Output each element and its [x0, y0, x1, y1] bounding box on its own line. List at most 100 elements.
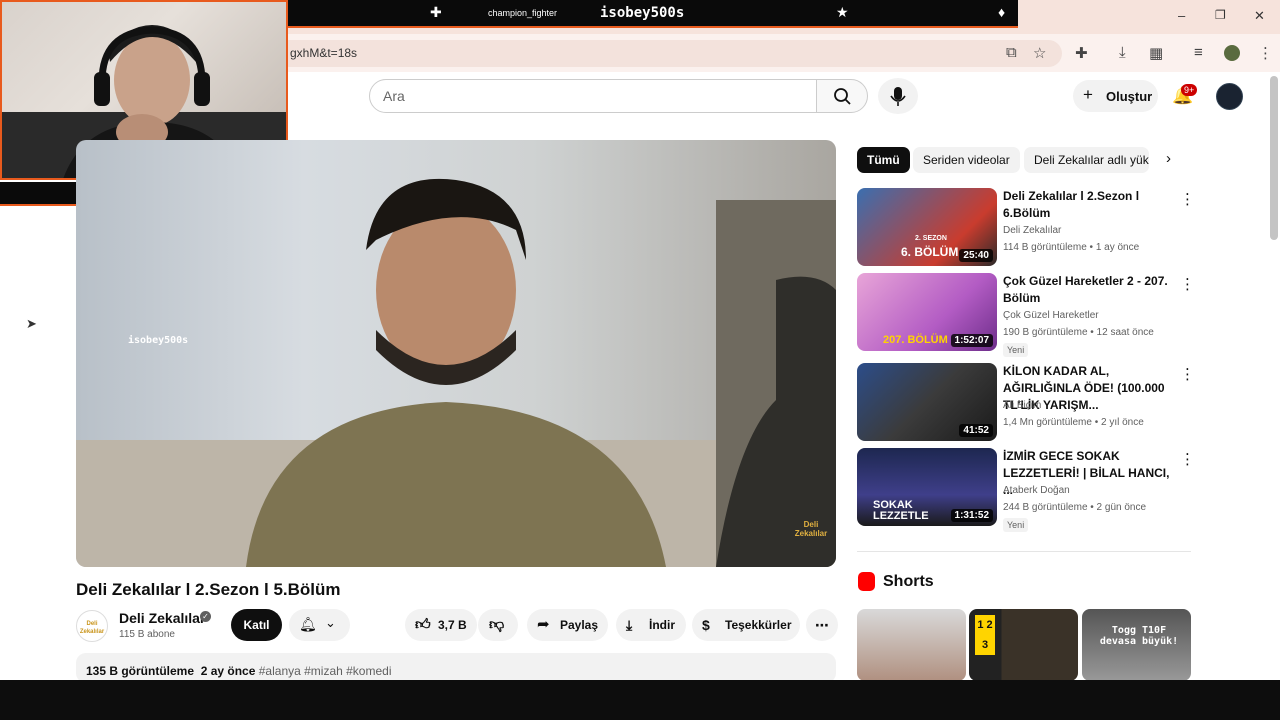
plus-icon: + — [1083, 85, 1093, 104]
channel-avatar[interactable]: Deli Zekalılar — [76, 610, 108, 642]
rec-thumbnail[interactable]: 2. SEZON 6. BÖLÜM 25:40 — [857, 188, 997, 266]
more-vertical-icon[interactable]: ⋮ — [1180, 275, 1195, 293]
overlay-streamer-name: isobey500s — [600, 5, 685, 21]
search-button[interactable] — [816, 79, 868, 113]
upload-date: 2 ay önce — [200, 664, 256, 678]
chevron-down-icon: ⌄ — [325, 615, 336, 630]
description-meta: 135 B görüntüleme 2 ay önce #alanya #miz… — [86, 664, 392, 678]
mouse-cursor: ➤ — [26, 316, 37, 331]
like-count: 3,7 B — [438, 618, 467, 632]
create-label[interactable]: Oluştur — [1106, 89, 1152, 104]
super-thanks-icon: $ — [702, 617, 710, 633]
more-vertical-icon[interactable]: ⋮ — [1180, 450, 1195, 468]
share-button[interactable]: ➦ Paylaş — [527, 609, 608, 641]
short-thumbnail[interactable]: 1 2 3 — [969, 609, 1078, 681]
short-text: 1 2 3 — [975, 615, 995, 655]
notification-badge: 9+ — [1181, 84, 1198, 96]
thumb-title: SOKAK LEZZETLE — [873, 499, 929, 522]
download-button[interactable]: ⤓ İndir — [616, 609, 686, 641]
rec-stats: 190 B görüntüleme • 12 saat önce — [1003, 327, 1154, 338]
rec-channel[interactable]: Deli Zekalılar — [1003, 225, 1061, 236]
bell-icon: 🔔︎ — [299, 616, 317, 632]
install-app-icon[interactable]: ⧉ — [1006, 44, 1017, 61]
star-icon: ★ — [836, 4, 849, 20]
microphone-icon — [890, 87, 906, 106]
video-duration: 25:40 — [959, 249, 993, 262]
scrollbar-thumb[interactable] — [1270, 76, 1278, 240]
overlay-game-name: champion_fighter — [488, 8, 558, 18]
chip-series[interactable]: Seriden videolar — [913, 147, 1020, 173]
rec-stats: 114 B görüntüleme • 1 ay önce — [1003, 242, 1140, 253]
subscriber-count: 115 B abone — [119, 629, 175, 640]
rec-stats: 1,4 Mn görüntüleme • 2 yıl önce — [1003, 417, 1144, 428]
download-label: İndir — [649, 618, 675, 632]
plus-icon: ✚ — [430, 4, 442, 20]
rec-title[interactable]: Çok Güzel Hareketler 2 - 207. Bölüm — [1003, 273, 1171, 307]
thumbs-down-icon: 👎︎ — [489, 616, 505, 633]
maximize-button[interactable]: ❐ — [1215, 8, 1226, 22]
subscription-bell-button[interactable]: 🔔︎ ⌄ — [289, 609, 350, 641]
short-text: Togg T10F devasa büyük! — [1099, 625, 1179, 647]
more-horizontal-icon: ⋯ — [815, 617, 829, 633]
video-duration: 41:52 — [959, 424, 993, 437]
apps-grid-icon[interactable]: ▦ — [1149, 44, 1163, 62]
profile-avatar[interactable] — [1224, 45, 1240, 61]
drop-icon: ♦ — [998, 4, 1006, 20]
channel-avatar-text: Deli Zekalılar — [79, 621, 105, 635]
hashtags[interactable]: #alanya #mizah #komedi — [259, 664, 392, 678]
rec-channel[interactable]: Ataberk Doğan — [1003, 485, 1070, 496]
channel-corner-logo: Deli Zekalılar — [794, 520, 828, 538]
thanks-button[interactable]: $ Teşekkürler — [692, 609, 800, 641]
video-duration: 1:31:52 — [950, 509, 993, 522]
dislike-button[interactable]: 👎︎ — [478, 609, 518, 641]
thanks-label: Teşekkürler — [725, 618, 792, 632]
short-thumbnail[interactable]: Togg T10F devasa büyük! — [1082, 609, 1191, 681]
share-icon: ➦ — [537, 616, 550, 633]
rec-channel[interactable]: Çok Güzel Hareketler — [1003, 310, 1099, 321]
thumb-title: 6. BÖLÜM — [901, 245, 959, 259]
verified-icon: ✓ — [200, 611, 211, 622]
close-button[interactable]: ✕ — [1254, 8, 1265, 24]
downloads-icon[interactable]: ⤓ — [1119, 44, 1126, 61]
rec-thumbnail[interactable]: SOKAK LEZZETLE 1:31:52 — [857, 448, 997, 526]
shorts-icon — [858, 572, 875, 591]
short-thumbnail[interactable] — [857, 609, 966, 681]
view-count: 135 B görüntüleme — [86, 664, 195, 678]
more-vertical-icon[interactable]: ⋮ — [1180, 365, 1195, 383]
thumb-title: 207. BÖLÜM — [883, 334, 948, 346]
address-bar[interactable] — [276, 40, 1062, 67]
voice-search-button[interactable] — [878, 78, 918, 114]
rec-thumbnail[interactable]: 41:52 — [857, 363, 997, 441]
thumb-subtitle: 2. SEZON — [915, 235, 947, 242]
search-placeholder[interactable]: Ara — [383, 88, 405, 104]
chevron-right-icon[interactable]: › — [1166, 150, 1171, 167]
video-title: Deli Zekalılar l 2.Sezon l 5.Bölüm — [76, 580, 341, 599]
like-button[interactable]: 👍︎ 3,7 B — [405, 609, 477, 641]
media-control-icon[interactable]: ≡ — [1194, 44, 1203, 61]
video-player[interactable] — [76, 140, 836, 567]
video-frame-illustration — [76, 178, 836, 567]
bookmark-star-icon[interactable]: ☆ — [1033, 44, 1046, 62]
more-actions-button[interactable]: ⋯ — [806, 609, 838, 641]
url-text[interactable]: gxhM&t=18s — [290, 46, 357, 60]
chip-channel[interactable]: Deli Zekalılar adlı yük — [1024, 147, 1149, 173]
user-avatar[interactable] — [1216, 83, 1243, 110]
rec-title[interactable]: Deli Zekalılar l 2.Sezon l 6.Bölüm — [1003, 188, 1171, 222]
join-button[interactable]: Katıl — [231, 609, 282, 641]
section-divider — [857, 551, 1191, 552]
search-icon — [834, 88, 851, 105]
rec-channel[interactable]: Ali Biçim — [1003, 400, 1041, 411]
new-badge: Yeni — [1003, 343, 1029, 357]
search-input[interactable] — [369, 79, 817, 113]
more-vertical-icon[interactable]: ⋮ — [1180, 190, 1195, 208]
browser-menu-icon[interactable]: ⋮ — [1258, 44, 1273, 62]
new-badge: Yeni — [1003, 518, 1029, 532]
stream-watermark: isobey500s — [128, 335, 189, 346]
minimize-button[interactable]: – — [1178, 8, 1185, 23]
shorts-heading: Shorts — [883, 573, 934, 590]
extensions-icon[interactable]: ✚ — [1075, 44, 1088, 62]
channel-name[interactable]: Deli Zekalılar — [119, 610, 205, 626]
rec-thumbnail[interactable]: 207. BÖLÜM 1:52:07 — [857, 273, 997, 351]
chip-all[interactable]: Tümü — [857, 147, 910, 173]
share-label: Paylaş — [560, 618, 599, 632]
